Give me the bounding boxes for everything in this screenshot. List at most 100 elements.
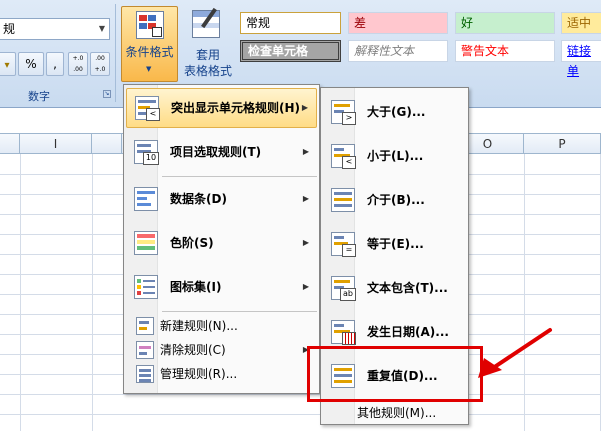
column-i-label: I: [53, 137, 58, 151]
chevron-right-icon: ▶: [302, 194, 309, 203]
chevron-right-icon: ▶: [302, 282, 309, 291]
style-bad-label: 差: [354, 16, 367, 30]
style-warning-label: 警告文本: [461, 44, 510, 58]
equal-to-icon: =: [331, 232, 356, 257]
conditional-formatting-menu: < 突出显示单元格规则(H) ▶ 10 项目选取规则(T) ▶ 数据条(D) ▶…: [123, 84, 320, 394]
column-header-p[interactable]: P: [524, 134, 601, 154]
submenu-item-greater-than[interactable]: > 大于(G)...: [323, 92, 466, 132]
conditional-formatting-label: 条件格式: [125, 45, 174, 59]
menu-item-label: 介于(B)...: [367, 193, 425, 207]
style-normal-label: 常规: [246, 16, 271, 30]
between-icon: [331, 188, 355, 212]
menu-item-label: 管理规则(R)...: [160, 367, 238, 381]
submenu-item-less-than[interactable]: < 小于(L)...: [323, 136, 466, 176]
table-format-label-1: 套用: [195, 48, 220, 62]
number-format-value: 规: [3, 22, 16, 36]
menu-item-label: 小于(L)...: [367, 149, 424, 163]
new-rule-icon: [136, 317, 154, 335]
increase-decimal-button[interactable]: +.0 .00: [68, 52, 88, 76]
comma-button[interactable]: ,: [46, 52, 64, 76]
text-contains-icon: ab: [331, 276, 356, 301]
top-bottom-icon: 10: [134, 140, 159, 165]
eraser-icon: [136, 341, 154, 359]
menu-item-label: 色阶(S): [170, 236, 214, 250]
greater-than-icon: >: [331, 100, 356, 125]
decrease-decimal-label: .00 +.0: [94, 55, 106, 73]
style-explanatory[interactable]: 解释性文本: [348, 40, 448, 62]
menu-item-highlight-cells-rules[interactable]: < 突出显示单元格规则(H) ▶: [126, 88, 317, 128]
menu-item-label: 大于(G)...: [367, 105, 426, 119]
grid-line: [0, 394, 601, 395]
percent-label: %: [25, 57, 37, 71]
menu-item-data-bars[interactable]: 数据条(D) ▶: [126, 179, 317, 219]
column-header-h[interactable]: [0, 134, 20, 154]
column-p-label: P: [558, 137, 566, 151]
style-neutral-label: 适中: [567, 16, 592, 30]
menu-item-label: 突出显示单元格规则(H): [171, 101, 301, 115]
number-format-dropdown[interactable]: 规 ▼: [0, 18, 110, 40]
menu-item-label: 文本包含(T)...: [367, 281, 448, 295]
data-bars-icon: [134, 187, 158, 211]
style-link-label: 链接单: [567, 44, 592, 78]
style-good[interactable]: 好: [455, 12, 555, 34]
style-good-label: 好: [461, 16, 474, 30]
menu-item-label: 项目选取规则(T): [170, 145, 262, 159]
percent-button[interactable]: %: [18, 52, 44, 76]
submenu-item-equal-to[interactable]: = 等于(E)...: [323, 224, 466, 264]
calendar-icon: [331, 320, 356, 345]
style-bad[interactable]: 差: [348, 12, 448, 34]
style-check-cell[interactable]: 检查单元格: [240, 40, 341, 62]
table-format-icon: [192, 7, 220, 38]
menu-item-color-scales[interactable]: 色阶(S) ▶: [126, 223, 317, 263]
style-normal[interactable]: 常规: [240, 12, 341, 34]
style-link[interactable]: 链接单: [561, 40, 601, 78]
menu-item-label: 新建规则(N)...: [160, 319, 238, 333]
annotation-arrow: [478, 328, 552, 378]
menu-item-label: 等于(E)...: [367, 237, 424, 251]
chevron-down-icon: ▼: [98, 24, 105, 33]
highlight-cells-icon: <: [135, 96, 160, 121]
style-check-cell-label: 检查单元格: [248, 44, 309, 58]
menu-item-label: 发生日期(A)...: [367, 325, 449, 339]
menu-item-manage-rules[interactable]: 管理规则(R)...: [126, 362, 317, 386]
menu-item-icon-sets[interactable]: 图标集(I) ▶: [126, 267, 317, 307]
grid-line: [20, 154, 21, 431]
submenu-item-text-contains[interactable]: ab 文本包含(T)...: [323, 268, 466, 308]
style-warning[interactable]: 警告文本: [455, 40, 555, 62]
menu-item-label: 数据条(D): [170, 192, 227, 206]
group-separator: [115, 4, 116, 102]
column-header-i[interactable]: I: [20, 134, 92, 154]
menu-divider: [162, 311, 317, 312]
column-o-label: O: [482, 137, 493, 151]
less-than-icon: <: [331, 144, 356, 169]
grid-line: [524, 154, 525, 431]
menu-item-label: 清除规则(C): [160, 343, 226, 357]
chevron-right-icon: ▶: [302, 147, 309, 156]
menu-item-top-bottom-rules[interactable]: 10 项目选取规则(T) ▶: [126, 132, 317, 172]
conditional-formatting-icon: [136, 11, 164, 39]
menu-item-new-rule[interactable]: 新建规则(N)...: [126, 314, 317, 338]
manage-rules-icon: [136, 365, 154, 383]
grid-line: [92, 154, 93, 431]
chevron-right-icon: ▶: [301, 103, 308, 112]
decrease-decimal-button[interactable]: .00 +.0: [90, 52, 110, 76]
dialog-launcher-icon[interactable]: ↘: [103, 90, 111, 98]
annotation-highlight-box: [307, 346, 483, 402]
submenu-item-between[interactable]: 介于(B)...: [323, 180, 466, 220]
currency-icon: ▾: [4, 60, 10, 71]
menu-item-label: 图标集(I): [170, 280, 222, 294]
grid-line: [0, 414, 601, 415]
style-explanatory-label: 解释性文本: [354, 44, 415, 58]
chevron-right-icon: ▶: [302, 238, 309, 247]
style-neutral[interactable]: 适中: [561, 12, 601, 34]
chevron-down-icon: ▼: [146, 65, 152, 73]
currency-button[interactable]: ▾: [0, 52, 16, 76]
column-header-j[interactable]: [92, 134, 122, 154]
number-group-label: 数字: [28, 90, 50, 103]
conditional-formatting-button[interactable]: 条件格式 ▼: [121, 6, 178, 82]
format-as-table-button[interactable]: 套用 表格格式: [178, 6, 238, 82]
submenu-item-more-rules[interactable]: 其他规则(M)...: [323, 402, 466, 424]
menu-item-clear-rules[interactable]: 清除规则(C) ▶: [126, 338, 317, 362]
comma-label: ,: [53, 57, 57, 71]
table-format-label-2: 表格格式: [183, 64, 232, 78]
